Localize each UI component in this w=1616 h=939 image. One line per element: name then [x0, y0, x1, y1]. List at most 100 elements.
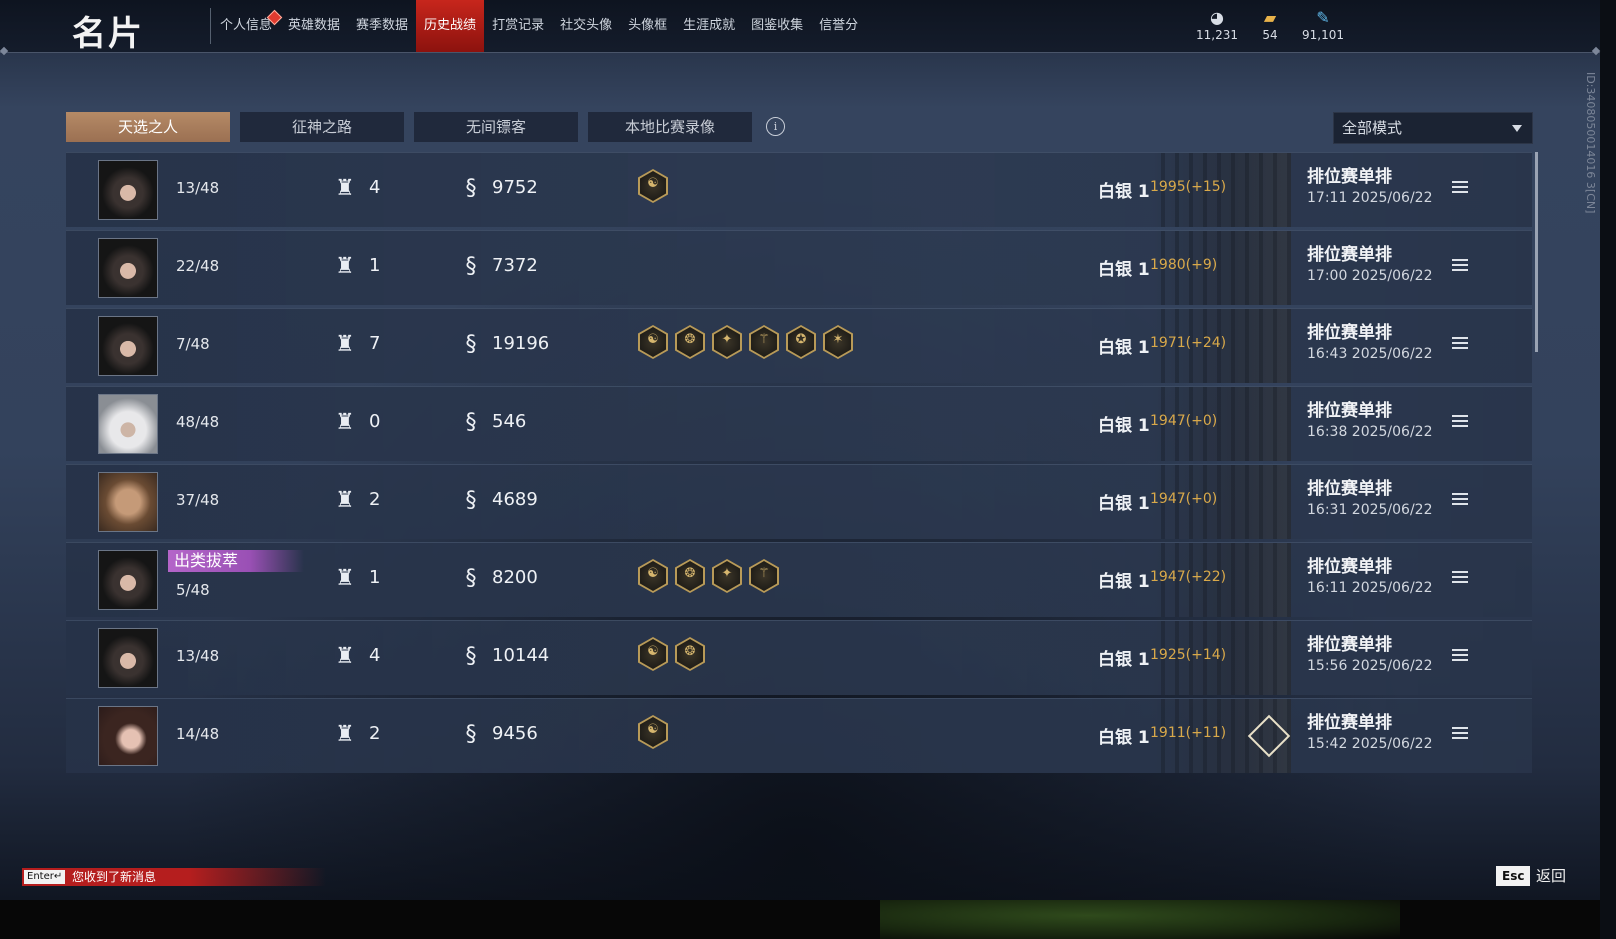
notice-text: 您收到了新消息: [72, 870, 157, 884]
achievement-badge-icon: ☯: [638, 169, 668, 203]
right-strip: [1600, 0, 1616, 939]
nav-item-achievements[interactable]: 生涯成就: [675, 0, 743, 52]
hero-avatar: [98, 316, 158, 376]
details-menu-icon[interactable]: [1452, 415, 1468, 429]
match-row[interactable]: 7/48 ♜ 7 § 19196 ☯ ❂ ✦ ⚚ ✪ ✶ 白银 1 1971(+24) 排位赛单排 16:4…: [66, 308, 1532, 383]
achievement-badge-icon: ✦: [712, 559, 742, 593]
money-earned: 9752: [492, 177, 538, 198]
money-icon: §: [465, 722, 477, 747]
kill-count: 1: [369, 255, 381, 276]
tab-local-replays[interactable]: 本地比赛录像: [588, 112, 752, 142]
kills-icon: ♜: [335, 722, 355, 747]
tier-label: 白银 1: [1098, 572, 1150, 592]
money-earned: 546: [492, 411, 527, 432]
hero-avatar: [98, 550, 158, 610]
match-row[interactable]: 出类拔萃 5/48 ♜ 1 § 8200 ☯ ❂ ✦ ⚚ 白银 1 1947(+22) 排位赛单排 16:…: [66, 542, 1532, 617]
kills-icon: ♜: [335, 254, 355, 279]
match-mode: 排位赛单排: [1307, 245, 1392, 265]
mode-filter-dropdown[interactable]: 全部模式: [1333, 112, 1533, 144]
nav-item-profile[interactable]: 个人信息: [212, 0, 283, 52]
kill-count: 4: [369, 645, 381, 666]
details-menu-icon[interactable]: [1452, 727, 1468, 741]
details-menu-icon[interactable]: [1452, 493, 1468, 507]
hero-avatar: [98, 472, 158, 532]
placement-rank: 37/48: [176, 491, 220, 509]
kill-count: 2: [369, 723, 381, 744]
new-message-notice[interactable]: Enter↵ 您收到了新消息: [22, 868, 326, 886]
match-row[interactable]: 13/48 ♜ 4 § 10144 ☯ ❂ 白银 1 1925(+14) 排位赛单排 15:56 2…: [66, 620, 1532, 695]
bottom-strip: [0, 900, 1616, 939]
top-nav: 个人信息 英雄数据 赛季数据 历史战绩 打赏记录 社交头像 头像框 生涯成就 图…: [212, 0, 866, 52]
hero-avatar: [98, 628, 158, 688]
scrollbar[interactable]: [1535, 152, 1538, 352]
kill-count: 1: [369, 567, 381, 588]
money-icon: §: [465, 566, 477, 591]
tab-chosen-one[interactable]: 天选之人: [66, 112, 230, 142]
placement-rank: 48/48: [176, 413, 220, 431]
match-row[interactable]: 14/48 ♜ 2 § 9456 ☯ 白银 1 1911(+11) 排位赛单排 15:42 202…: [66, 698, 1532, 773]
money-earned: 10144: [492, 645, 550, 666]
money-icon: §: [465, 644, 477, 669]
nav-item-hero-data[interactable]: 英雄数据: [280, 0, 348, 52]
currency-feather: ✎ 91,101: [1288, 8, 1358, 42]
nav-item-collection[interactable]: 图鉴收集: [743, 0, 811, 52]
tab-escort[interactable]: 无间镖客: [414, 112, 578, 142]
nav-item-season-data[interactable]: 赛季数据: [348, 0, 416, 52]
nav-item-tip-records[interactable]: 打赏记录: [484, 0, 552, 52]
nav-item-match-history[interactable]: 历史战绩: [416, 0, 485, 52]
details-menu-icon[interactable]: [1452, 181, 1468, 195]
match-time: 16:31 2025/06/22: [1307, 502, 1433, 518]
badge-list: ☯: [638, 715, 668, 749]
match-time: 16:43 2025/06/22: [1307, 346, 1433, 362]
tier-label: 白银 1: [1098, 182, 1150, 202]
badge-list: ☯ ❂ ✦ ⚚: [638, 559, 779, 593]
honor-title: 出类拔萃: [168, 550, 304, 572]
achievement-badge-icon: ❂: [675, 325, 705, 359]
match-history-list: 13/48 ♜ 4 § 9752 ☯ 白银 1 1995(+15) 排位赛单排 17:11 202…: [66, 152, 1532, 776]
hero-avatar: [98, 706, 158, 766]
nav-item-social-avatar[interactable]: 社交头像: [552, 0, 620, 52]
back-button[interactable]: 返回: [1536, 866, 1566, 886]
match-time: 16:38 2025/06/22: [1307, 424, 1433, 440]
match-time: 15:56 2025/06/22: [1307, 658, 1433, 674]
nav-item-avatar-frame[interactable]: 头像框: [620, 0, 675, 52]
tier-label: 白银 1: [1098, 650, 1150, 670]
money-earned: 9456: [492, 723, 538, 744]
money-earned: 19196: [492, 333, 550, 354]
nav-divider: [210, 8, 211, 44]
tab-road-to-god[interactable]: 征神之路: [240, 112, 404, 142]
rank-score: 1911(+11): [1150, 725, 1227, 741]
hero-avatar: [98, 238, 158, 298]
achievement-badge-icon: ⚚: [749, 325, 779, 359]
match-mode: 排位赛单排: [1307, 167, 1392, 187]
match-time: 15:42 2025/06/22: [1307, 736, 1433, 752]
kills-icon: ♜: [335, 410, 355, 435]
money-icon: §: [465, 254, 477, 279]
match-row[interactable]: 22/48 ♜ 1 § 7372 白银 1 1980(+9) 排位赛单排 17:00 2025/…: [66, 230, 1532, 305]
details-menu-icon[interactable]: [1452, 259, 1468, 273]
match-row[interactable]: 13/48 ♜ 4 § 9752 ☯ 白银 1 1995(+15) 排位赛单排 17:11 202…: [66, 152, 1532, 227]
rank-score: 1925(+14): [1150, 647, 1227, 663]
details-menu-icon[interactable]: [1452, 571, 1468, 585]
chevron-down-icon: [1512, 125, 1522, 132]
placement-rank: 13/48: [176, 179, 220, 197]
match-row[interactable]: 37/48 ♜ 2 § 4689 白银 1 1947(+0) 排位赛单排 16:31 2025/…: [66, 464, 1532, 539]
money-icon: §: [465, 176, 477, 201]
tier-label: 白银 1: [1098, 728, 1150, 748]
kill-count: 0: [369, 411, 381, 432]
match-mode: 排位赛单排: [1307, 635, 1392, 655]
details-menu-icon[interactable]: [1452, 337, 1468, 351]
nav-item-credit-score[interactable]: 信誉分: [811, 0, 866, 52]
tier-label: 白银 1: [1098, 338, 1150, 358]
info-icon[interactable]: i: [766, 117, 785, 136]
match-mode: 排位赛单排: [1307, 713, 1392, 733]
kills-icon: ♜: [335, 644, 355, 669]
top-bar: 名片 个人信息 英雄数据 赛季数据 历史战绩 打赏记录 社交头像 头像框 生涯成…: [0, 0, 1600, 54]
hero-avatar: [98, 160, 158, 220]
esc-key-hint: Esc: [1496, 866, 1531, 886]
match-row[interactable]: 48/48 ♜ 0 § 546 白银 1 1947(+0) 排位赛单排 16:38 2025/0…: [66, 386, 1532, 461]
rank-score: 1995(+15): [1150, 179, 1227, 195]
kills-icon: ♜: [335, 176, 355, 201]
details-menu-icon[interactable]: [1452, 649, 1468, 663]
tier-label: 白银 1: [1098, 416, 1150, 436]
